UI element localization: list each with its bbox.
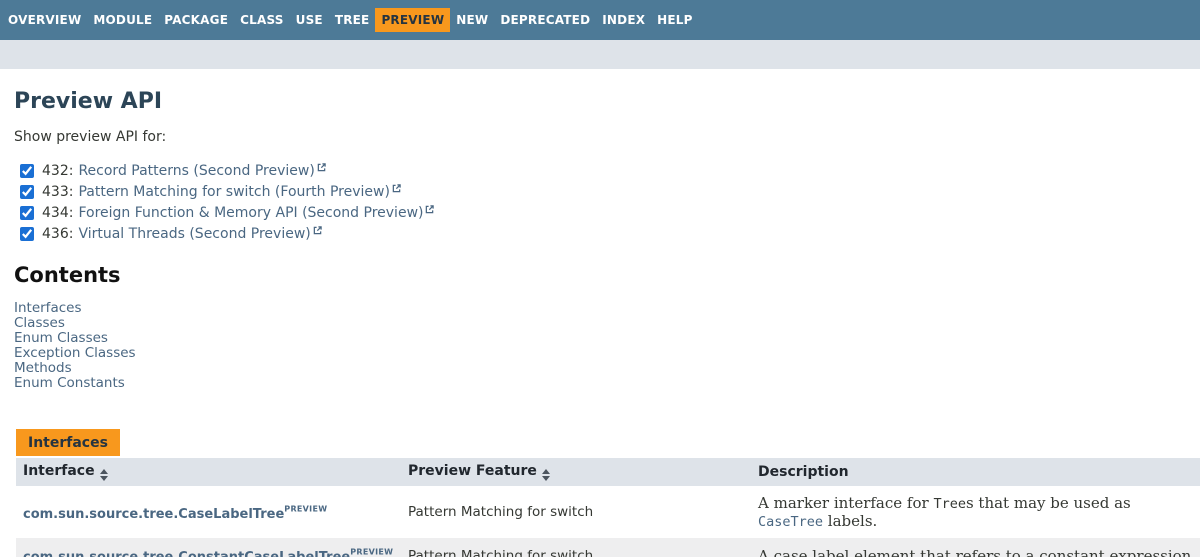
code-text: Tree [933, 496, 966, 512]
jep432-checkbox[interactable] [20, 163, 34, 178]
toggle-row-jep436: 436: Virtual Threads (Second Preview) [20, 223, 1200, 244]
list-item: Classes [14, 315, 1200, 330]
description-text: labels. [823, 512, 878, 530]
nav-item-use[interactable]: USE [290, 8, 329, 32]
contents-heading: Contents [14, 263, 121, 287]
nav-item-class[interactable]: CLASS [234, 8, 290, 32]
contents-link-exception-classes[interactable]: Exception Classes [14, 345, 136, 361]
table-header-row: Interface Preview Feature Description [16, 458, 1200, 486]
column-header-label: Description [758, 464, 849, 480]
nav-item-overview[interactable]: OVERVIEW [2, 8, 87, 32]
external-link-icon [425, 199, 435, 218]
toggle-row-jep432: 432: Record Patterns (Second Preview) [20, 160, 1200, 181]
page-title: Preview API [14, 89, 163, 114]
sort-arrows-icon[interactable] [99, 469, 108, 481]
top-nav-bar: OVERVIEW MODULE PACKAGE CLASS USE TREE P… [0, 0, 1200, 40]
table-row: com.sun.source.tree.ConstantCaseLabelTre… [16, 538, 1200, 557]
nav-item-deprecated[interactable]: DEPRECATED [494, 8, 596, 32]
column-header-label: Preview Feature [408, 463, 537, 479]
external-link-icon [313, 220, 322, 239]
feature-cell: Pattern Matching for switch [401, 538, 751, 557]
interface-cell: com.sun.source.tree.CaseLabelTreePREVIEW [16, 486, 401, 538]
preview-badge: PREVIEW [350, 547, 394, 557]
description-text: s that may be used as [965, 494, 1131, 512]
jep-number: 434: [42, 204, 74, 221]
nav-item-package[interactable]: PACKAGE [158, 8, 234, 32]
nav-item-index[interactable]: INDEX [596, 8, 651, 32]
column-header-preview-feature[interactable]: Preview Feature [401, 458, 751, 486]
description-cell: A marker interface for Trees that may be… [751, 486, 1200, 538]
interfaces-caption-tab: Interfaces [16, 429, 120, 456]
description-text: A marker interface for [758, 494, 934, 512]
preview-toggle-list: 432: Record Patterns (Second Preview) 43… [20, 160, 1200, 244]
nav-item-preview-active[interactable]: PREVIEW [375, 8, 451, 32]
list-item: Enum Constants [14, 375, 1200, 390]
description-cell: A case label element that refers to a co… [751, 538, 1200, 557]
list-item: Enum Classes [14, 330, 1200, 345]
external-link-icon [392, 178, 401, 197]
external-link-icon [317, 157, 326, 176]
jep-number: 432: [42, 162, 74, 179]
table-row: com.sun.source.tree.CaseLabelTreePREVIEW… [16, 486, 1200, 538]
jep432-link[interactable]: Record Patterns (Second Preview) [78, 163, 314, 179]
jep-number: 433: [42, 183, 74, 200]
column-header-description: Description [751, 458, 1200, 486]
feature-cell: Pattern Matching for switch [408, 504, 594, 520]
column-header-label: Interface [23, 463, 95, 479]
jep433-checkbox[interactable] [20, 184, 34, 199]
jep436-checkbox[interactable] [20, 226, 34, 241]
nav-item-help[interactable]: HELP [651, 8, 698, 32]
interface-cell: com.sun.source.tree.ConstantCaseLabelTre… [16, 538, 401, 557]
sort-arrows-icon[interactable] [541, 469, 550, 481]
toggle-row-jep433: 433: Pattern Matching for switch (Fourth… [20, 181, 1200, 202]
main-content: Preview API Show preview API for: 432: R… [0, 69, 1200, 557]
contents-link-interfaces[interactable]: Interfaces [14, 300, 81, 316]
interfaces-section: Interfaces Interface Preview Feature Des… [14, 429, 1200, 557]
contents-link-classes[interactable]: Classes [14, 315, 65, 331]
casetree-link[interactable]: CaseTree [758, 514, 823, 530]
contents-link-methods[interactable]: Methods [14, 360, 72, 376]
nav-item-tree[interactable]: TREE [329, 8, 376, 32]
sub-nav-bar [0, 40, 1200, 69]
show-preview-label: Show preview API for: [14, 129, 167, 145]
column-header-interface[interactable]: Interface [16, 458, 401, 486]
interfaces-summary-table: Interface Preview Feature Description co… [16, 458, 1200, 557]
jep433-link[interactable]: Pattern Matching for switch (Fourth Prev… [78, 184, 389, 200]
list-item: Methods [14, 360, 1200, 375]
contents-link-list: Interfaces Classes Enum Classes Exceptio… [14, 300, 1200, 390]
toggle-row-jep434: 434: Foreign Function & Memory API (Seco… [20, 202, 1200, 223]
top-nav-list: OVERVIEW MODULE PACKAGE CLASS USE TREE P… [2, 8, 699, 32]
jep436-link[interactable]: Virtual Threads (Second Preview) [78, 226, 310, 242]
jep434-link[interactable]: Foreign Function & Memory API (Second Pr… [78, 205, 423, 221]
constantcaselabeltree-link[interactable]: com.sun.source.tree.ConstantCaseLabelTre… [23, 550, 350, 557]
jep434-checkbox[interactable] [20, 205, 34, 220]
preview-badge: PREVIEW [284, 504, 328, 514]
nav-item-new[interactable]: NEW [450, 8, 494, 32]
list-item: Exception Classes [14, 345, 1200, 360]
jep-number: 436: [42, 225, 74, 242]
contents-link-enum-classes[interactable]: Enum Classes [14, 330, 108, 346]
contents-link-enum-constants[interactable]: Enum Constants [14, 375, 125, 391]
caselabeltree-link[interactable]: com.sun.source.tree.CaseLabelTree [23, 507, 284, 522]
list-item: Interfaces [14, 300, 1200, 315]
nav-item-module[interactable]: MODULE [87, 8, 158, 32]
